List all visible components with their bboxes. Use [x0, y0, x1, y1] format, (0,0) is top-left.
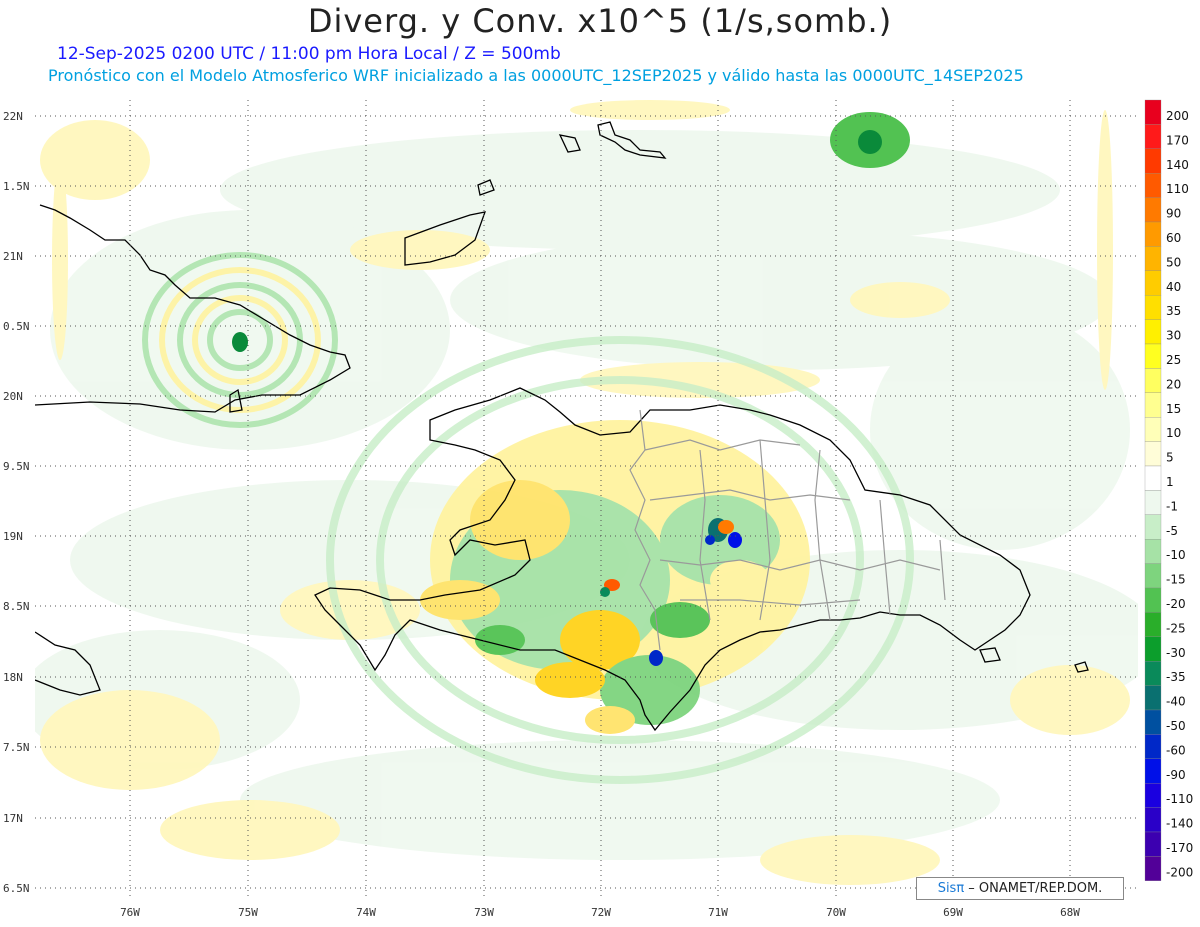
colorbar-swatch — [1144, 539, 1162, 564]
colorbar-swatch — [1144, 148, 1162, 174]
colorbar-label: -1 — [1166, 499, 1178, 513]
colorbar-label: -50 — [1166, 719, 1186, 733]
lat-label: 17N — [3, 812, 23, 825]
colorbar-swatch — [1144, 124, 1162, 149]
lat-label: 8.5N — [3, 600, 30, 613]
divergence-map: 22N 1.5N 21N 0.5N 20N 9.5N 19N 8.5N 18N … — [3, 99, 1193, 919]
colorbar-label: 1 — [1166, 475, 1174, 489]
colorbar-label: 35 — [1166, 304, 1181, 318]
lon-label: 71W — [708, 906, 728, 919]
lat-label: 21N — [3, 250, 23, 263]
colorbar-label: -25 — [1166, 621, 1186, 635]
colorbar-swatch — [1144, 197, 1162, 223]
colorbar-label: 40 — [1166, 280, 1181, 294]
lon-label: 75W — [238, 906, 258, 919]
field-layer — [35, 100, 1138, 900]
colorbar-swatch — [1144, 295, 1162, 320]
colorbar-label: 20 — [1166, 377, 1181, 391]
colorbar-label: -10 — [1166, 548, 1186, 562]
colorbar-swatch — [1144, 856, 1162, 881]
colorbar-swatch — [1144, 221, 1162, 247]
colorbar-swatch — [1144, 173, 1162, 198]
colorbar-swatch — [1144, 661, 1162, 686]
lat-label: 1.5N — [3, 180, 30, 193]
colorbar-label: 30 — [1166, 329, 1181, 343]
colorbar-swatch — [1144, 758, 1162, 784]
colorbar-label: 90 — [1166, 207, 1181, 221]
colorbar-swatch — [1144, 831, 1162, 857]
colorbar-label: -170 — [1166, 841, 1193, 855]
colorbar-swatch — [1144, 246, 1162, 271]
lon-label: 70W — [826, 906, 846, 919]
colorbar-label: 200 — [1166, 109, 1189, 123]
colorbar-label: 50 — [1166, 255, 1181, 269]
lat-label: 22N — [3, 110, 23, 123]
lat-label: 18N — [3, 671, 23, 684]
colorbar: 200 170 140 110 90 60 50 40 35 30 25 20 15 10 5 1 -1 -5 -1… — [1144, 99, 1193, 881]
colorbar-swatch — [1144, 612, 1162, 637]
colorbar-label: 25 — [1166, 353, 1181, 367]
lon-label: 74W — [356, 906, 376, 919]
lon-label: 69W — [943, 906, 963, 919]
colorbar-label: 5 — [1166, 451, 1174, 465]
colorbar-swatch — [1144, 465, 1162, 491]
colorbar-swatch — [1144, 783, 1162, 808]
colorbar-label: -5 — [1166, 524, 1178, 538]
colorbar-swatch — [1144, 514, 1162, 540]
colorbar-swatch — [1144, 368, 1162, 393]
colorbar-swatch — [1144, 490, 1162, 515]
colorbar-swatch — [1144, 319, 1162, 345]
lon-label: 73W — [474, 906, 494, 919]
colorbar-label: -30 — [1166, 646, 1186, 660]
colorbar-swatch — [1144, 270, 1162, 296]
lat-label: 20N — [3, 390, 23, 403]
colorbar-label: 170 — [1166, 133, 1189, 147]
lon-label: 76W — [120, 906, 140, 919]
colorbar-swatch — [1144, 563, 1162, 589]
lat-label: 7.5N — [3, 741, 30, 754]
lat-label: 9.5N — [3, 460, 30, 473]
colorbar-label: -60 — [1166, 743, 1186, 757]
credit-box: Sisπ – ONAMET/REP.DOM. — [916, 877, 1124, 900]
latitude-labels: 22N 1.5N 21N 0.5N 20N 9.5N 19N 8.5N 18N … — [3, 110, 30, 895]
colorbar-swatch — [1144, 636, 1162, 662]
colorbar-swatch — [1144, 709, 1162, 735]
colorbar-label: 15 — [1166, 402, 1181, 416]
colorbar-label: -20 — [1166, 597, 1186, 611]
lon-label: 68W — [1060, 906, 1080, 919]
colorbar-label: -15 — [1166, 573, 1186, 587]
longitude-labels: 76W 75W 74W 73W 72W 71W 70W 69W 68W — [120, 906, 1080, 919]
lat-label: 6.5N — [3, 882, 30, 895]
colorbar-label: -90 — [1166, 768, 1186, 782]
colorbar-label: -35 — [1166, 670, 1186, 684]
colorbar-label: -40 — [1166, 695, 1186, 709]
colorbar-label: 10 — [1166, 426, 1181, 440]
colorbar-swatch — [1144, 99, 1162, 125]
colorbar-swatch — [1144, 441, 1162, 467]
colorbar-swatch — [1144, 587, 1162, 613]
colorbar-swatch — [1144, 734, 1162, 759]
colorbar-label: -110 — [1166, 792, 1193, 806]
colorbar-swatch — [1144, 807, 1162, 833]
lat-label: 19N — [3, 530, 23, 543]
colorbar-swatch — [1144, 685, 1162, 711]
colorbar-swatch — [1144, 343, 1162, 369]
colorbar-label: -140 — [1166, 817, 1193, 831]
colorbar-label: 60 — [1166, 231, 1181, 245]
colorbar-swatch — [1144, 417, 1162, 442]
lat-label: 0.5N — [3, 320, 30, 333]
colorbar-label: 110 — [1166, 182, 1189, 196]
colorbar-swatch — [1144, 392, 1162, 418]
lon-label: 72W — [591, 906, 611, 919]
colorbar-label: 140 — [1166, 158, 1189, 172]
credit-brand: Sisπ — [937, 881, 965, 896]
colorbar-label: -200 — [1166, 865, 1193, 879]
credit-text: – ONAMET/REP.DOM. — [964, 881, 1103, 896]
